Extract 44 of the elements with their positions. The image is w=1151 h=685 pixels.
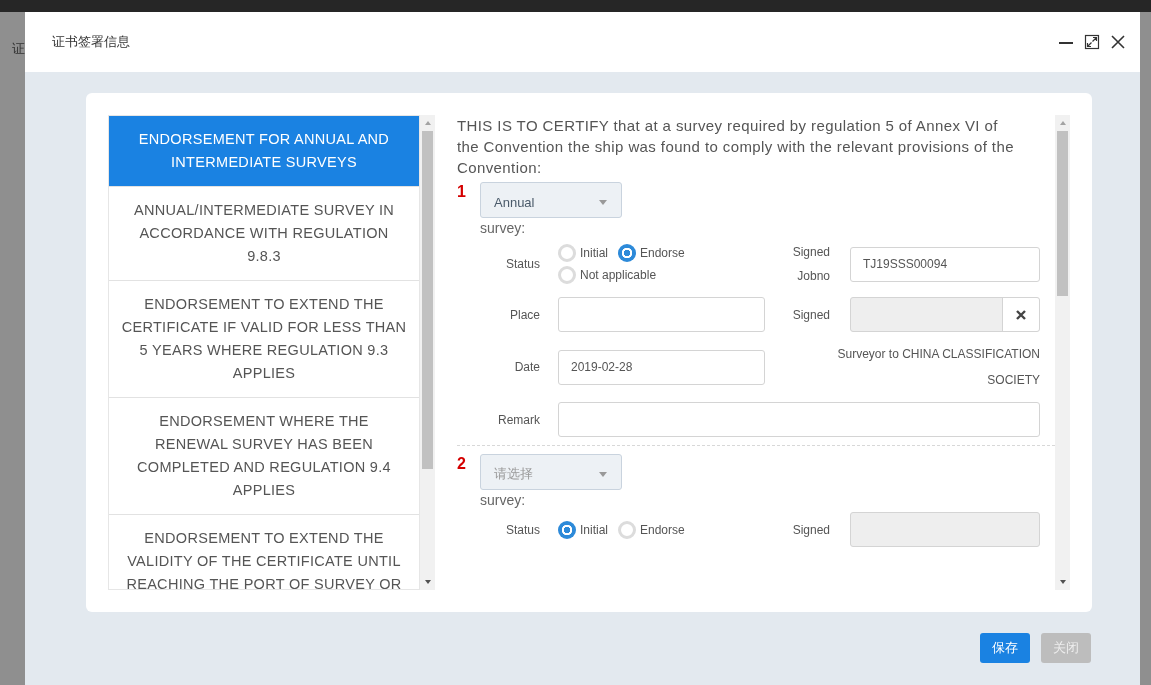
radio-icon[interactable] [558,244,576,262]
endorsement-item[interactable]: ENDORSEMENT TO EXTEND THE VALIDITY OF THE CERTIFICATE UNTIL REACHING THE PORT OF SURVEY OR [109,515,419,589]
dialog-button[interactable]: 保存 [980,633,1030,663]
endorsement-item[interactable]: ENDORSEMENT FOR ANNUAL AND INTERMEDIATE SURVEYS [109,116,419,187]
radio-icon[interactable] [558,266,576,284]
section-number: 2 [457,454,466,474]
certify-text: THIS IS TO CERTIFY that at a survey required by regulation 5 of Annex VI of the Convention the ship was found to comply with the relevant provisions of the Convention: [457,116,1015,178]
field-label: Signed [791,521,831,539]
survey-label: survey: [480,220,527,236]
field-label: Signed [791,306,831,324]
field-label: Signed Jobno [791,244,831,285]
field-label: Date [513,359,540,376]
status-radio[interactable]: Endorse [618,520,685,539]
radio-icon[interactable] [618,244,636,262]
section-number: 1 [457,182,466,202]
place-field[interactable] [558,297,765,332]
background-text: 证 [12,40,25,58]
window-title: 证书签署信息 [52,33,130,51]
surveyor-text: Surveyor to CHINA CLASSIFICATION SOCIETY [836,346,1040,389]
jobno-field[interactable]: TJ19SSS00094 [850,246,1040,282]
remark-field[interactable] [558,402,1040,437]
survey-label: survey: [480,492,527,508]
field-label: Place [508,306,540,324]
date-field[interactable]: 2019-02-28 [558,349,765,385]
endorsement-item[interactable]: ANNUAL/INTERMEDIATE SURVEY IN ACCORDANCE WITH REGULATION 9.8.3 [109,187,419,281]
caret-icon [599,471,607,477]
status-radio[interactable]: Not applicable [558,266,657,284]
clear-icon [1016,309,1026,320]
scrollbar[interactable] [1055,115,1070,590]
status-radio[interactable]: Endorse [618,244,685,262]
radio-icon[interactable] [558,520,576,539]
close-icon[interactable] [1110,34,1126,50]
field-label: Remark [497,411,540,429]
endorsement-item[interactable]: ENDORSEMENT WHERE THE RENEWAL SURVEY HAS BEEN COMPLETED AND REGULATION 9.4 APPLIES [109,398,419,515]
maximize-icon[interactable] [1084,34,1100,50]
field-label: Status [504,521,540,539]
status-radio[interactable]: Initial [558,244,608,262]
status-radio[interactable]: Initial [558,520,608,539]
caret-icon [599,199,607,205]
scrollbar[interactable] [420,115,435,590]
field-label: Status [504,256,540,273]
endorsement-item[interactable]: ENDORSEMENT TO EXTEND THE CERTIFICATE IF VALID FOR LESS THAN 5 YEARS WHERE REGULATION 9.3 APPLIES [109,281,419,398]
survey-type-select[interactable]: Annual [480,182,622,218]
radio-icon[interactable] [618,520,636,539]
